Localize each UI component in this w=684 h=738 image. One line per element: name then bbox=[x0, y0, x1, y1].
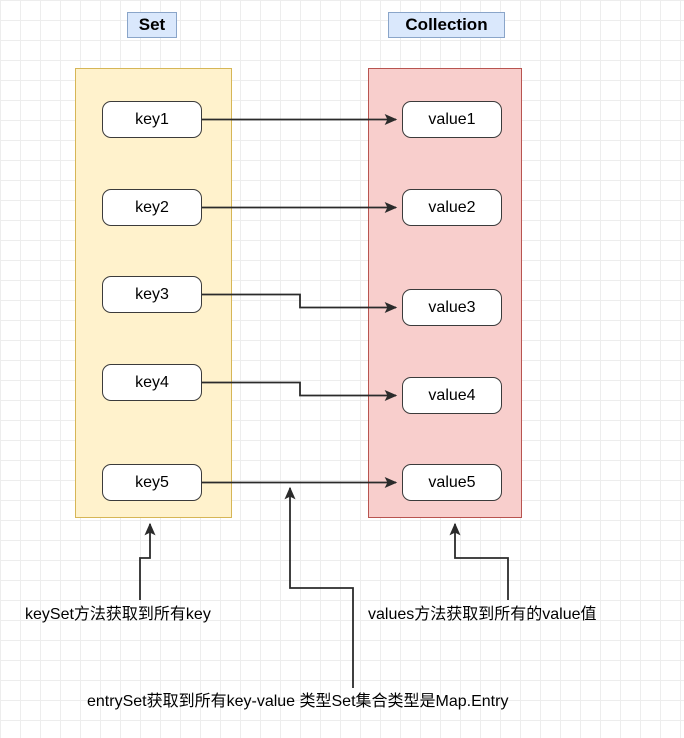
value-box-5: value5 bbox=[402, 464, 502, 501]
connector-entryset-callout bbox=[284, 486, 354, 688]
set-title-chip: Set bbox=[127, 12, 177, 38]
value-box-4: value4 bbox=[402, 377, 502, 414]
key-box-1: key1 bbox=[102, 101, 202, 138]
connector-keyset-callout bbox=[139, 522, 156, 600]
caption-values: values方法获取到所有的value值 bbox=[368, 606, 597, 623]
connector-values-callout bbox=[449, 522, 509, 600]
key-box-4: key4 bbox=[102, 364, 202, 401]
diagram-canvas: Set Collection key1 key2 key3 key4 key5 … bbox=[0, 0, 684, 738]
key-box-5: key5 bbox=[102, 464, 202, 501]
key-box-3: key3 bbox=[102, 276, 202, 313]
value-box-1: value1 bbox=[402, 101, 502, 138]
caption-keyset: keySet方法获取到所有key bbox=[25, 606, 211, 623]
caption-entryset: entrySet获取到所有key-value 类型Set集合类型是Map.Ent… bbox=[87, 693, 509, 710]
value-box-2: value2 bbox=[402, 189, 502, 226]
key-box-2: key2 bbox=[102, 189, 202, 226]
collection-title-chip: Collection bbox=[388, 12, 505, 38]
value-box-3: value3 bbox=[402, 289, 502, 326]
